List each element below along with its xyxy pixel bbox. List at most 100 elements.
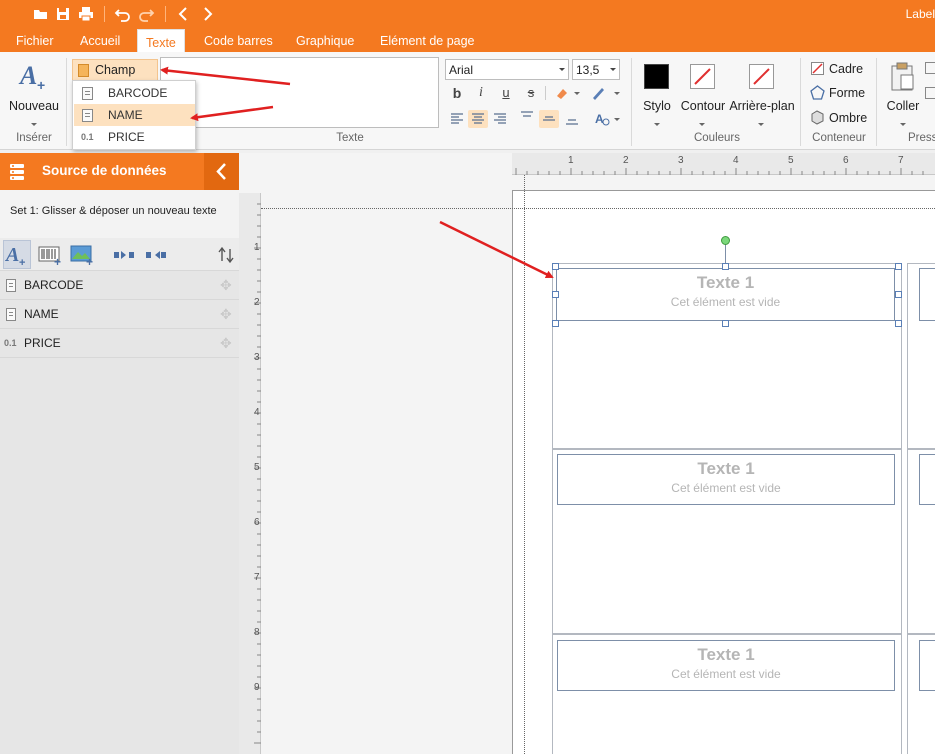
tab-element-de-page[interactable]: Elément de page xyxy=(372,28,483,52)
resize-handle[interactable] xyxy=(552,263,559,270)
eraser-icon[interactable] xyxy=(552,84,572,102)
arriere-plan-button[interactable]: Arrière-plan xyxy=(728,99,796,113)
paste-button[interactable]: Coller xyxy=(884,99,922,113)
align-center-icon[interactable] xyxy=(468,110,488,128)
align-left-icon[interactable] xyxy=(447,110,467,128)
sort-icon[interactable] xyxy=(218,246,234,267)
ruler-tick-label: 6 xyxy=(254,517,260,528)
align-right-icon[interactable] xyxy=(490,110,510,128)
drag-handle-icon[interactable]: ✥ xyxy=(220,300,232,329)
tab-code-barres[interactable]: Code barres xyxy=(196,28,281,52)
redo-icon[interactable] xyxy=(137,5,155,23)
stylo-button[interactable]: Stylo xyxy=(636,99,678,113)
chevron-down-icon[interactable] xyxy=(654,123,660,126)
ruler-tick-label: 2 xyxy=(623,155,629,166)
resize-handle[interactable] xyxy=(895,320,902,327)
align-top-icon[interactable] xyxy=(517,108,537,126)
clipboard-icon[interactable] xyxy=(889,61,915,96)
frame-icon[interactable] xyxy=(811,62,824,75)
new-text-icon[interactable]: A + xyxy=(18,60,52,97)
field-row-price[interactable]: 0.1 PRICE ✥ xyxy=(0,329,239,358)
resize-handle[interactable] xyxy=(895,291,902,298)
pen-icon[interactable] xyxy=(588,84,608,102)
resize-handle[interactable] xyxy=(895,263,902,270)
app-title: Label xyxy=(905,7,935,21)
contour-button[interactable]: Contour xyxy=(678,99,728,113)
cut-icon[interactable] xyxy=(925,62,935,74)
field-button[interactable]: Champ xyxy=(72,59,158,81)
text-element[interactable]: Texte 1 Cet élément est vide xyxy=(557,454,895,505)
add-image-field-icon[interactable]: + xyxy=(70,243,96,270)
chevron-down-icon[interactable] xyxy=(574,92,580,95)
text-effects-icon[interactable]: A xyxy=(592,110,612,128)
bold-icon[interactable]: b xyxy=(447,84,467,102)
save-icon[interactable] xyxy=(54,5,72,23)
resize-handle[interactable] xyxy=(722,320,729,327)
text-element-selected[interactable]: Texte 1 Cet élément est vide xyxy=(556,268,895,321)
font-family-select[interactable]: Arial xyxy=(445,59,569,80)
align-middle-icon[interactable] xyxy=(539,110,559,128)
move-right-icon[interactable] xyxy=(113,248,137,265)
design-canvas[interactable]: 1 2 3 4 5 6 7 1 2 3 4 5 6 7 8 9 Texte 1 … xyxy=(239,153,935,754)
field-row-barcode[interactable]: BARCODE ✥ xyxy=(0,271,239,300)
tab-graphique[interactable]: Graphique xyxy=(288,28,362,52)
align-bottom-icon[interactable] xyxy=(562,110,582,128)
drag-handle-icon[interactable]: ✥ xyxy=(220,329,232,358)
chevron-down-icon[interactable] xyxy=(614,92,620,95)
dropdown-item-price[interactable]: 0.1 PRICE xyxy=(74,126,195,148)
font-size-select[interactable]: 13,5 xyxy=(572,59,620,80)
add-barcode-field-icon[interactable]: + xyxy=(38,243,64,270)
text-element[interactable] xyxy=(919,640,935,691)
dropdown-item-name[interactable]: NAME xyxy=(74,104,195,126)
print-icon[interactable] xyxy=(77,5,95,23)
ruler-tick-label: 1 xyxy=(568,155,574,166)
forward-chevron-icon[interactable] xyxy=(198,5,216,23)
drag-handle-icon[interactable]: ✥ xyxy=(220,271,232,300)
shape-icon[interactable] xyxy=(810,85,825,103)
text-element[interactable] xyxy=(919,454,935,505)
field-row-name[interactable]: NAME ✥ xyxy=(0,300,239,329)
tab-accueil[interactable]: Accueil xyxy=(72,28,128,52)
cadre-button[interactable]: Cadre xyxy=(829,62,863,76)
tab-texte[interactable]: Texte xyxy=(137,29,185,52)
stylo-color-swatch[interactable] xyxy=(644,64,669,89)
chevron-down-icon[interactable] xyxy=(699,123,705,126)
chevron-down-icon[interactable] xyxy=(614,118,620,121)
ruler-tick-label: 5 xyxy=(254,462,260,473)
collapse-panel-button[interactable] xyxy=(204,153,239,190)
strikethrough-icon[interactable]: s xyxy=(521,84,541,102)
text-element[interactable]: Texte 1 Cet élément est vide xyxy=(557,640,895,691)
toolbar-separator xyxy=(545,86,546,100)
resize-handle[interactable] xyxy=(722,263,729,270)
svg-text:+: + xyxy=(19,257,25,268)
arriere-plan-color-icon[interactable] xyxy=(749,64,774,89)
ombre-button[interactable]: Ombre xyxy=(829,111,867,125)
chevron-down-icon[interactable] xyxy=(31,123,37,126)
text-content-input[interactable] xyxy=(160,57,439,128)
open-folder-icon[interactable] xyxy=(32,5,50,23)
shadow-icon[interactable] xyxy=(810,110,825,128)
chevron-down-icon[interactable] xyxy=(900,123,906,126)
back-chevron-icon[interactable] xyxy=(175,5,193,23)
rotate-handle[interactable] xyxy=(721,236,730,245)
vertical-ruler: 1 2 3 4 5 6 7 8 9 10 xyxy=(239,193,261,754)
copy-icon[interactable] xyxy=(925,87,935,99)
add-text-field-icon[interactable]: A + xyxy=(3,240,31,269)
new-button[interactable]: Nouveau xyxy=(6,99,62,113)
data-source-panel: Source de données Set 1: Glisser & dépos… xyxy=(0,153,239,754)
resize-handle[interactable] xyxy=(552,320,559,327)
italic-icon[interactable]: i xyxy=(471,84,491,102)
underline-icon[interactable]: u xyxy=(496,84,516,102)
chevron-down-icon[interactable] xyxy=(559,68,565,71)
text-element-title: Texte 1 xyxy=(697,459,755,478)
chevron-down-icon[interactable] xyxy=(758,123,764,126)
undo-icon[interactable] xyxy=(114,5,132,23)
forme-button[interactable]: Forme xyxy=(829,86,865,100)
move-left-icon[interactable] xyxy=(145,248,169,265)
chevron-down-icon[interactable] xyxy=(610,68,616,71)
resize-handle[interactable] xyxy=(552,291,559,298)
tab-fichier[interactable]: Fichier xyxy=(8,28,62,52)
text-element[interactable] xyxy=(919,268,935,321)
dropdown-item-barcode[interactable]: BARCODE xyxy=(74,82,195,104)
contour-color-icon[interactable] xyxy=(690,64,715,89)
